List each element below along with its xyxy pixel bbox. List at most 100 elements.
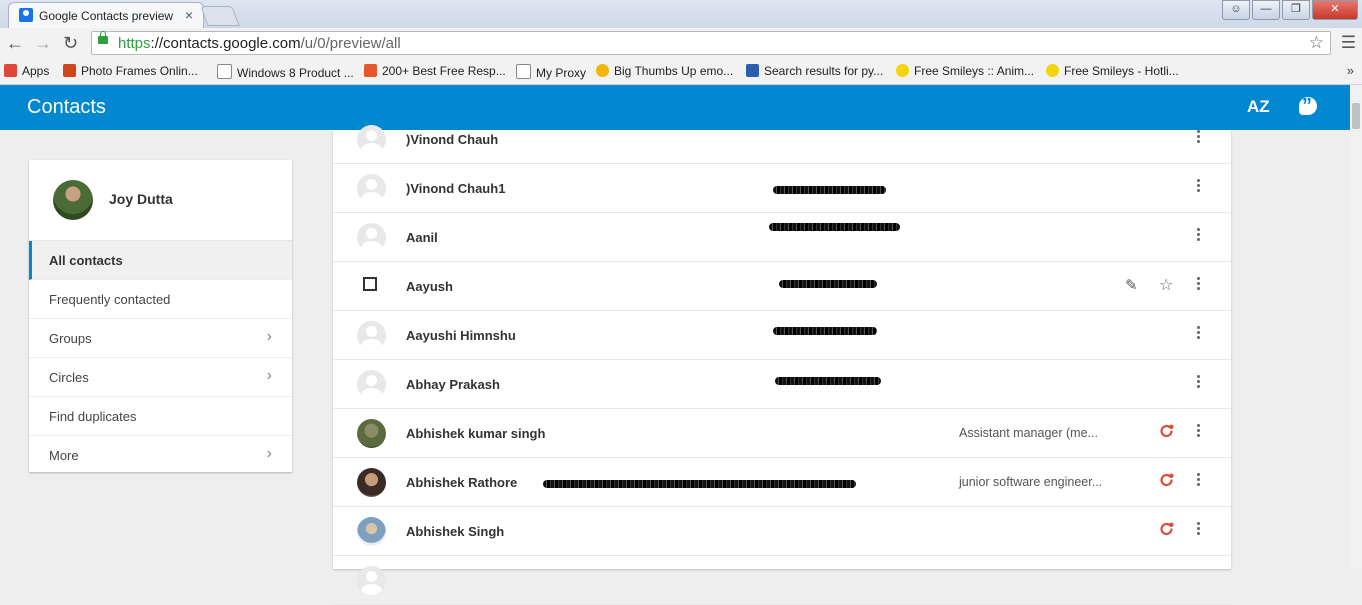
sort-az-icon[interactable]: AZ	[1247, 97, 1270, 117]
bookmark-item[interactable]: 200+ Best Free Resp...	[364, 64, 506, 78]
more-options-icon[interactable]	[1195, 373, 1201, 393]
contact-row[interactable]	[333, 556, 1231, 605]
contact-job-title: Assistant manager (me...	[959, 426, 1098, 440]
sidebar-item-more[interactable]: More ›	[29, 436, 292, 475]
sidebar-item-all-contacts[interactable]: All contacts	[29, 241, 292, 280]
window-controls: ☺ — ❐ ✕	[1222, 0, 1358, 20]
contact-name: Aanil	[406, 230, 438, 245]
more-options-icon[interactable]	[1195, 275, 1201, 295]
apps-grid-icon	[4, 64, 17, 77]
address-bar[interactable]: https://contacts.google.com/u/0/preview/…	[91, 31, 1331, 55]
redacted-detail	[779, 280, 877, 288]
contact-row[interactable]: Aayushi Himnshu	[333, 311, 1231, 360]
browser-tab[interactable]: Google Contacts preview ×	[8, 2, 204, 28]
tab-title: Google Contacts preview	[39, 9, 174, 23]
browser-menu-icon[interactable]: ☰	[1341, 33, 1356, 53]
hangouts-icon[interactable]	[1299, 95, 1317, 118]
back-arrow-icon[interactable]: ←	[6, 33, 24, 54]
avatar[interactable]	[357, 370, 386, 399]
bookmark-item[interactable]: Big Thumbs Up emo...	[596, 64, 733, 78]
bookmark-item[interactable]: Free Smileys :: Anim...	[896, 64, 1034, 78]
contact-row[interactable]: Abhishek kumar singh Assistant manager (m…	[333, 409, 1231, 458]
bookmark-label: My Proxy	[536, 66, 587, 80]
contact-row[interactable]: Abhishek Singh	[333, 507, 1231, 556]
sidebar-item-circles[interactable]: Circles ›	[29, 358, 292, 397]
sidebar-item-label: More	[49, 448, 79, 463]
bookmark-label: Big Thumbs Up emo...	[614, 64, 734, 78]
profile-card[interactable]: Joy Dutta	[29, 160, 292, 241]
avatar[interactable]	[53, 180, 93, 220]
browser-toolbar: ← → ↻ https://contacts.google.com/u/0/pr…	[0, 28, 1362, 59]
browser-tab-bar: Google Contacts preview × ☺ — ❐ ✕	[0, 0, 1362, 28]
bookmark-label: Free Smileys :: Anim...	[914, 64, 1035, 78]
smiley-icon	[596, 64, 609, 77]
bookmark-label: Apps	[22, 64, 50, 78]
bookmark-item[interactable]: Free Smileys - Hotli...	[1046, 64, 1179, 78]
contact-row[interactable]: Abhishek Rathore junior software engineer…	[333, 458, 1231, 507]
sidebar-item-label: Frequently contacted	[49, 292, 171, 307]
bookmark-star-icon[interactable]: ☆	[1309, 33, 1324, 53]
avatar[interactable]	[357, 321, 386, 350]
chevron-right-icon: ›	[266, 445, 272, 462]
user-icon[interactable]: ☺	[1222, 0, 1250, 20]
page-icon	[516, 64, 531, 79]
bookmark-item[interactable]: Windows 8 Product ...	[217, 64, 354, 80]
sidebar-item-groups[interactable]: Groups ›	[29, 319, 292, 358]
bookmark-label: Windows 8 Product ...	[237, 66, 354, 80]
star-icon[interactable]: ☆	[1159, 275, 1173, 295]
more-options-icon[interactable]	[1195, 422, 1201, 442]
redacted-detail	[775, 377, 881, 385]
window-close-icon[interactable]: ✕	[1312, 0, 1358, 20]
more-options-icon[interactable]	[1195, 226, 1201, 246]
more-options-icon[interactable]	[1195, 177, 1201, 197]
new-tab-button[interactable]	[200, 6, 240, 26]
scrollbar-thumb[interactable]	[1352, 103, 1360, 129]
contact-row[interactable]: )Vinond Chauh1	[333, 164, 1231, 213]
sidebar-item-label: Circles	[49, 370, 89, 385]
bookmark-item[interactable]: Search results for py...	[746, 64, 883, 78]
more-options-icon[interactable]	[1195, 128, 1201, 148]
bookmark-item[interactable]: Photo Frames Onlin...	[63, 64, 198, 78]
sidebar-item-frequently-contacted[interactable]: Frequently contacted	[29, 280, 292, 319]
bookmark-item[interactable]: Apps	[4, 64, 49, 78]
sidebar-item-label: Find duplicates	[49, 409, 137, 424]
page-scrollbar[interactable]	[1350, 85, 1362, 569]
sidebar-nav: All contacts Frequently contacted Groups › C…	[29, 241, 292, 475]
select-checkbox[interactable]	[363, 277, 377, 291]
more-options-icon[interactable]	[1195, 520, 1201, 540]
google-plus-circles-icon	[1160, 424, 1174, 438]
contact-row[interactable]: )Vinond Chauh	[333, 125, 1231, 164]
contact-row[interactable]: Aanil	[333, 213, 1231, 262]
edit-pencil-icon[interactable]: ✎	[1125, 276, 1138, 294]
bookmarks-more-icon[interactable]: »	[1347, 63, 1354, 78]
contact-row[interactable]: Aayush ✎ ☆	[333, 262, 1231, 311]
reload-icon[interactable]: ↻	[63, 33, 78, 54]
avatar[interactable]	[357, 174, 386, 203]
more-options-icon[interactable]	[1195, 324, 1201, 344]
bookmark-item[interactable]: My Proxy	[516, 64, 586, 80]
avatar[interactable]	[357, 419, 386, 448]
chevron-right-icon: ›	[266, 367, 272, 384]
avatar[interactable]	[357, 125, 386, 154]
contact-row[interactable]: Abhay Prakash	[333, 360, 1231, 409]
sidebar-item-find-duplicates[interactable]: Find duplicates	[29, 397, 292, 436]
photo-frame-icon	[63, 64, 76, 77]
avatar[interactable]	[357, 517, 386, 546]
contact-name: Abhishek kumar singh	[406, 426, 546, 441]
bookmarks-bar: » Apps Photo Frames Onlin... Windows 8 Pro…	[0, 59, 1362, 85]
forward-arrow-icon[interactable]: →	[34, 33, 52, 54]
avatar[interactable]	[357, 566, 386, 595]
restore-icon[interactable]: ❐	[1282, 0, 1310, 20]
avatar[interactable]	[357, 223, 386, 252]
minimize-icon[interactable]: —	[1252, 0, 1280, 20]
tab-close-icon[interactable]: ×	[185, 7, 193, 23]
contact-list: )Vinond Chauh)Vinond Chauh1 Aanil Aayush ✎ ☆…	[333, 125, 1231, 605]
redacted-detail	[773, 186, 886, 194]
redacted-detail	[769, 223, 900, 231]
app-title: Contacts	[27, 96, 106, 118]
url-text: https://contacts.google.com/u/0/preview/…	[118, 35, 401, 52]
google-plus-circles-icon	[1160, 473, 1174, 487]
avatar[interactable]	[357, 468, 386, 497]
more-options-icon[interactable]	[1195, 471, 1201, 491]
contact-name: Aayushi Himnshu	[406, 328, 516, 343]
